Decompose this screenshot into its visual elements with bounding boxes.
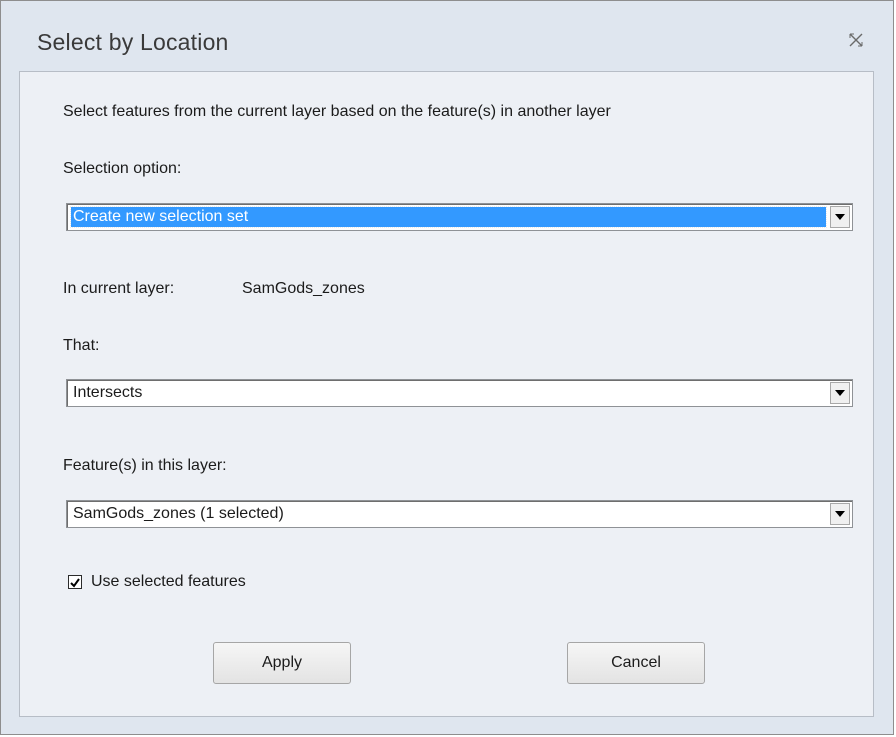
selection-option-label: Selection option: xyxy=(63,160,182,177)
relationship-value: Intersects xyxy=(73,384,143,401)
feature-layer-dropdown[interactable]: SamGods_zones (1 selected) xyxy=(66,500,853,528)
relationship-dropdown[interactable]: Intersects xyxy=(66,379,853,407)
current-layer-value: SamGods_zones xyxy=(242,280,365,297)
check-icon xyxy=(70,578,80,588)
selection-option-value: Create new selection set xyxy=(70,206,827,228)
apply-button[interactable]: Apply xyxy=(213,642,351,684)
chevron-down-icon[interactable] xyxy=(830,206,850,228)
dialog-title: Select by Location xyxy=(37,29,229,55)
feature-layer-value: SamGods_zones (1 selected) xyxy=(73,505,284,522)
dialog-content: Select features from the current layer b… xyxy=(19,71,874,717)
description-text: Select features from the current layer b… xyxy=(63,103,611,120)
title-bar: Select by Location xyxy=(1,1,893,67)
cancel-button[interactable]: Cancel xyxy=(567,642,705,684)
chevron-down-icon[interactable] xyxy=(830,503,850,525)
select-by-location-dialog: Select by Location Select features from … xyxy=(0,0,894,735)
use-selected-features-label: Use selected features xyxy=(91,573,246,590)
use-selected-features-checkbox[interactable] xyxy=(68,575,82,589)
selection-option-dropdown[interactable]: Create new selection set xyxy=(66,203,853,231)
feature-layer-label: Feature(s) in this layer: xyxy=(63,457,227,474)
chevron-down-icon[interactable] xyxy=(830,382,850,404)
relationship-label: That: xyxy=(63,337,100,354)
close-icon[interactable] xyxy=(847,31,865,49)
current-layer-label: In current layer: xyxy=(63,280,175,297)
